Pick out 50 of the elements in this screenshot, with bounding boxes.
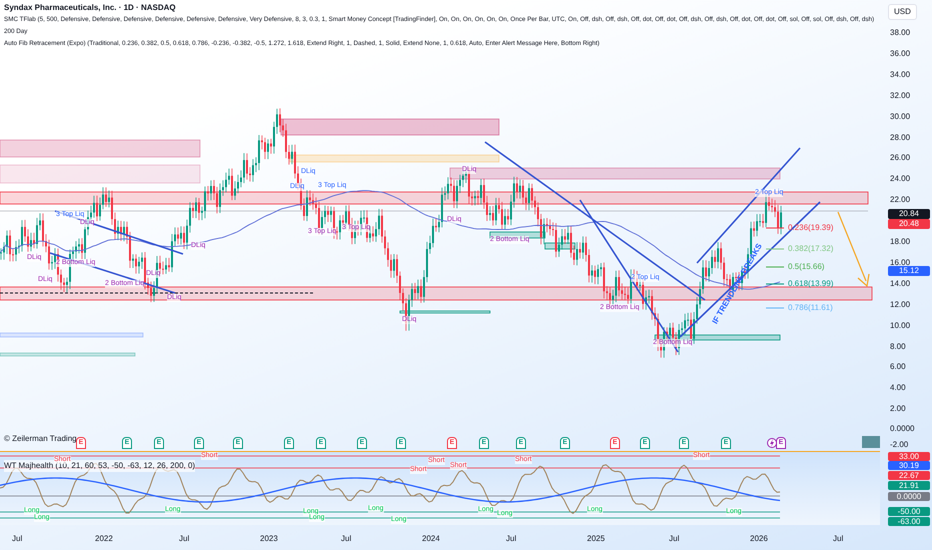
price-tick: 2.00 — [890, 403, 906, 416]
time-tick: 2026 — [750, 533, 768, 545]
time-tick: Jul — [179, 533, 190, 545]
price-tick: 24.00 — [890, 173, 910, 186]
lightning-icon[interactable] — [767, 437, 777, 449]
time-tick: Jul — [833, 533, 844, 545]
indicator-badge: -50.00 — [888, 507, 930, 516]
price-badge: 20.84 — [888, 209, 930, 219]
indicator-badge: -63.00 — [888, 517, 930, 526]
indicator-badge: 22.67 — [888, 471, 930, 480]
currency-button[interactable]: USD — [888, 4, 917, 20]
price-badge: 20.48 — [888, 219, 930, 229]
price-tick: 6.00 — [890, 361, 906, 374]
price-tick: 36.00 — [890, 48, 910, 60]
price-tick: 32.00 — [890, 90, 910, 102]
price-tick: 16.00 — [890, 256, 910, 267]
time-tick: 2022 — [95, 533, 113, 545]
price-tick: 26.00 — [890, 152, 910, 164]
time-tick: 2023 — [260, 533, 278, 545]
price-tick: 18.00 — [890, 236, 910, 248]
price-tick: 28.00 — [890, 132, 910, 144]
price-tick: 0.0000 — [890, 423, 914, 435]
price-tick: 10.00 — [890, 320, 910, 332]
price-tick: 22.00 — [890, 194, 910, 206]
fib-level-label: 0.382(17.32) — [788, 244, 834, 254]
fib-level-label: 0.786(11.61) — [788, 303, 833, 313]
author-credit: © Zeilerman Trading — [4, 433, 77, 445]
fib-level-label: 0.618(13.99) — [788, 279, 834, 289]
price-tick: 38.00 — [890, 27, 910, 39]
indicator-badge: 33.00 — [888, 452, 930, 461]
indicator-legend: WT Majhealth (10, 21, 60, 53, -50, -63, 12, 26, 200, 0) — [4, 460, 196, 472]
price-tick: 34.00 — [890, 68, 910, 81]
time-tick: Jul — [12, 533, 22, 545]
price-tick: 4.00 — [890, 382, 906, 394]
time-tick: 2024 — [422, 533, 440, 545]
price-tick: 12.00 — [890, 298, 910, 311]
chart-title: Syndax Pharmaceuticals, Inc. · 1D · NASDAQ — [4, 2, 177, 14]
time-tick: 2025 — [587, 533, 605, 545]
price-badge: 15.12 — [888, 266, 930, 276]
price-tick: -2.00 — [890, 439, 908, 451]
indicator-badge: 30.19 — [888, 461, 930, 470]
price-tick: 30.00 — [890, 110, 910, 123]
fib-level-label: 0.5(15.66) — [788, 262, 824, 272]
time-tick: Jul — [506, 533, 516, 545]
time-tick: Jul — [341, 533, 352, 545]
price-tick: 8.00 — [890, 340, 906, 352]
time-tick: Jul — [669, 533, 680, 545]
price-tick: 14.00 — [890, 278, 910, 290]
indicator-badge: 0.0000 — [888, 492, 930, 501]
indicator-badge: 21.91 — [888, 481, 930, 490]
